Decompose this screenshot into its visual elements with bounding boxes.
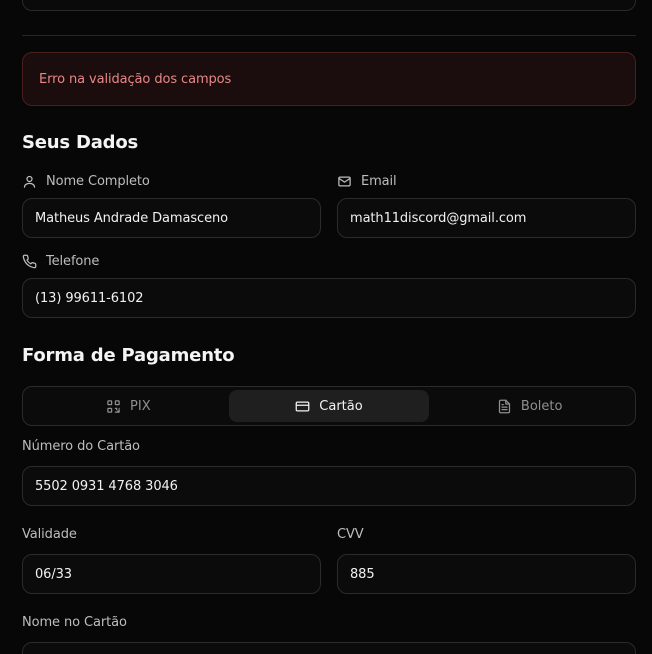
phone-icon: [22, 254, 37, 269]
email-value: math11discord@gmail.com: [350, 210, 527, 226]
tab-pix-label: PIX: [130, 398, 151, 414]
expiry-field[interactable]: 06/33: [22, 554, 321, 594]
phone-field[interactable]: (13) 99611-6102: [22, 278, 636, 318]
name-label: Nome Completo: [22, 174, 150, 189]
error-alert: Erro na validação dos campos: [22, 52, 636, 106]
card-name-field[interactable]: [22, 642, 636, 654]
payment-method-tabs: PIX Cartão Boleto: [22, 386, 636, 426]
email-label: Email: [337, 174, 397, 189]
file-text-icon: [498, 399, 511, 413]
cvv-field[interactable]: 885: [337, 554, 636, 594]
mail-icon: [338, 176, 351, 187]
email-label-text: Email: [361, 174, 397, 189]
checkout-form: Erro na validação dos campos Seus Dados …: [0, 0, 652, 654]
phone-value: (13) 99611-6102: [35, 290, 144, 306]
cvv-label: CVV: [337, 527, 364, 542]
user-icon: [23, 175, 36, 188]
tab-cartao[interactable]: Cartão: [228, 390, 430, 422]
tab-pix[interactable]: PIX: [28, 390, 229, 422]
credit-card-icon: [295, 401, 310, 411]
qr-code-icon: [107, 399, 120, 413]
cvv-value: 885: [350, 566, 375, 582]
card-name-label: Nome no Cartão: [22, 615, 127, 630]
section-title-personal: Seus Dados: [22, 132, 139, 153]
tab-boleto-label: Boleto: [520, 398, 563, 414]
previous-field[interactable]: [22, 0, 636, 11]
phone-label-text: Telefone: [46, 254, 100, 269]
expiry-value: 06/33: [35, 566, 72, 582]
email-field[interactable]: math11discord@gmail.com: [337, 198, 636, 238]
name-value: Matheus Andrade Damasceno: [35, 210, 228, 226]
tab-boleto[interactable]: Boleto: [429, 390, 630, 422]
expiry-label: Validade: [22, 527, 77, 542]
phone-label: Telefone: [22, 254, 99, 269]
divider: [22, 35, 636, 36]
name-field[interactable]: Matheus Andrade Damasceno: [22, 198, 321, 238]
section-title-payment: Forma de Pagamento: [22, 345, 235, 366]
name-label-text: Nome Completo: [46, 174, 150, 189]
card-number-value: 5502 0931 4768 3046: [35, 478, 178, 494]
tab-cartao-label: Cartão: [319, 398, 363, 414]
card-number-field[interactable]: 5502 0931 4768 3046: [22, 466, 636, 506]
card-number-label: Número do Cartão: [22, 439, 140, 454]
error-message: Erro na validação dos campos: [39, 71, 232, 87]
